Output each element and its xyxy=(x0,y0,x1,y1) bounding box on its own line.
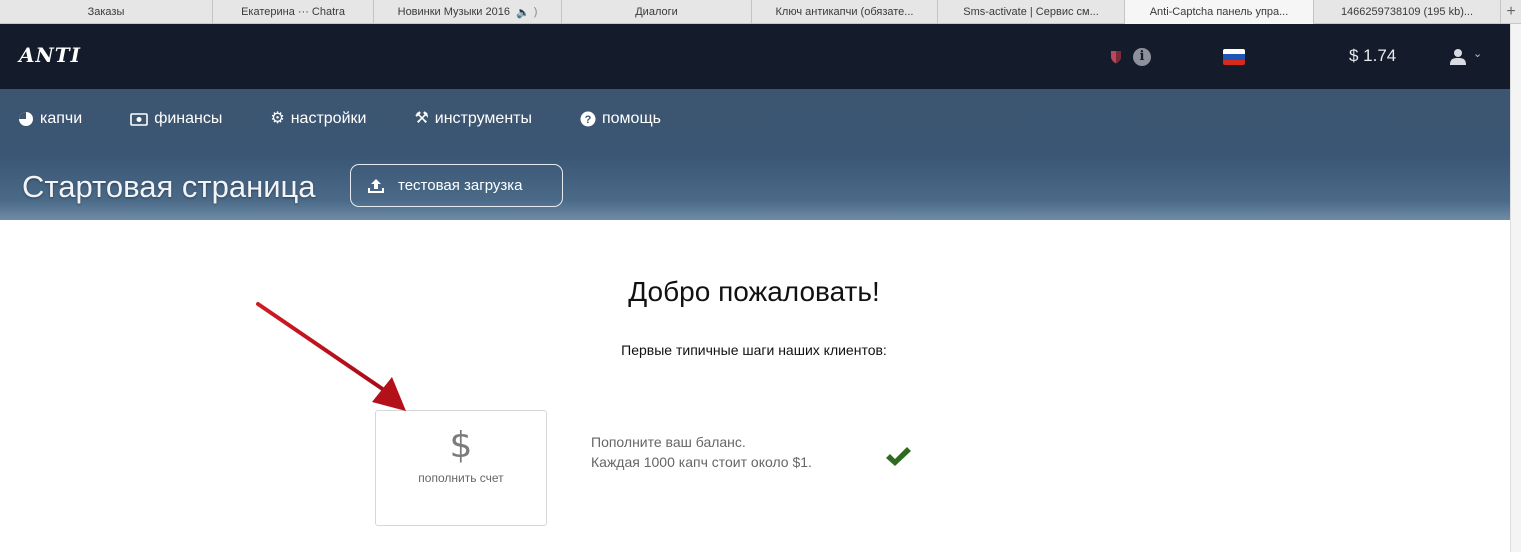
russia-flag-icon[interactable] xyxy=(1223,49,1245,65)
top-up-card[interactable]: $ пополнить счет xyxy=(375,410,547,526)
tools-icon: ⚒ xyxy=(414,110,429,127)
browser-tab[interactable]: Ключ антикапчи (обязате... xyxy=(752,0,938,24)
shield-icon[interactable] xyxy=(1110,50,1122,64)
dollar-icon: $ xyxy=(449,425,473,466)
test-upload-label: тестовая загрузка xyxy=(398,177,523,194)
nav-item-label: финансы xyxy=(154,110,223,127)
nav-item-label: капчи xyxy=(40,110,83,127)
browser-tab-label: Екатерина ··· Chatra xyxy=(241,6,345,18)
browser-tab-strip: Заказы Екатерина ··· Chatra Новинки Музы… xyxy=(0,0,1521,24)
main-nav: капчи финансы ⚙ настройки ⚒ инструменты … xyxy=(0,89,709,149)
nav-item-finance[interactable]: финансы xyxy=(130,110,222,128)
user-icon[interactable] xyxy=(1449,48,1467,66)
browser-tab[interactable]: Sms-activate | Сервис см... xyxy=(938,0,1125,24)
browser-tab-label: Ключ антикапчи (обязате... xyxy=(775,6,914,18)
nav-item-tools[interactable]: ⚒ инструменты xyxy=(414,110,532,128)
nav-item-captcha[interactable]: капчи xyxy=(18,110,82,128)
browser-tab-label: Sms-activate | Сервис см... xyxy=(963,6,1099,18)
annotation-arrow xyxy=(256,302,406,411)
browser-tab-label: Диалоги xyxy=(635,6,678,18)
chevron-down-icon[interactable]: ⌄ xyxy=(1473,47,1482,60)
app-header: ANTI i $ 1.74 ⌄ xyxy=(0,24,1510,89)
browser-tab[interactable]: Диалоги xyxy=(562,0,752,24)
money-icon xyxy=(130,112,148,126)
welcome-heading: Добро пожаловать! xyxy=(628,276,880,307)
browser-tab-label: Новинки Музыки 2016 xyxy=(397,6,510,18)
nav-item-label: инструменты xyxy=(434,110,532,127)
browser-tab[interactable]: Заказы xyxy=(0,0,213,24)
nav-item-help[interactable]: ? помощь xyxy=(580,110,661,128)
nav-band: капчи финансы ⚙ настройки ⚒ инструменты … xyxy=(0,89,1510,220)
browser-tab-label: Anti-Captcha панель упра... xyxy=(1149,6,1289,18)
steps-subtitle: Первые типичные шаги наших клиентов: xyxy=(621,342,887,358)
question-icon: ? xyxy=(580,111,596,127)
info-icon[interactable]: i xyxy=(1133,48,1151,66)
browser-tab[interactable]: Новинки Музыки 2016 🔈) xyxy=(374,0,562,24)
nav-item-label: помощь xyxy=(601,110,661,127)
step-description-line: Пополните ваш баланс. xyxy=(591,434,746,450)
page-scrollbar[interactable] xyxy=(1510,24,1521,552)
logo[interactable]: ANTI xyxy=(19,43,81,67)
nav-item-label: настройки xyxy=(290,110,367,127)
speaker-icon[interactable]: 🔈 xyxy=(516,6,530,19)
pie-chart-icon xyxy=(18,111,34,127)
browser-tab-label: 1466259738109 (195 kb)... xyxy=(1340,6,1474,18)
test-upload-button[interactable]: тестовая загрузка xyxy=(350,164,563,207)
browser-tab-active[interactable]: Anti-Captcha панель упра... xyxy=(1125,0,1314,24)
nav-item-settings[interactable]: ⚙ настройки xyxy=(270,110,366,128)
browser-tab[interactable]: Екатерина ··· Chatra xyxy=(213,0,374,24)
checkmark-icon xyxy=(886,447,911,466)
browser-tab-label: Заказы xyxy=(87,6,125,18)
upload-icon xyxy=(367,178,385,194)
step-description: Пополните ваш баланс. Каждая 1000 капч с… xyxy=(591,432,812,472)
gear-icon: ⚙ xyxy=(270,110,285,127)
new-tab-button[interactable]: + xyxy=(1501,0,1521,23)
step-description-line: Каждая 1000 капч стоит около $1. xyxy=(591,454,812,470)
browser-tab[interactable]: 1466259738109 (195 kb)... xyxy=(1314,0,1501,24)
balance[interactable]: $ 1.74 xyxy=(1349,46,1396,66)
top-up-label: пополнить счет xyxy=(418,471,504,485)
page-title: Стартовая страница xyxy=(22,169,316,204)
svg-text:?: ? xyxy=(585,114,592,126)
